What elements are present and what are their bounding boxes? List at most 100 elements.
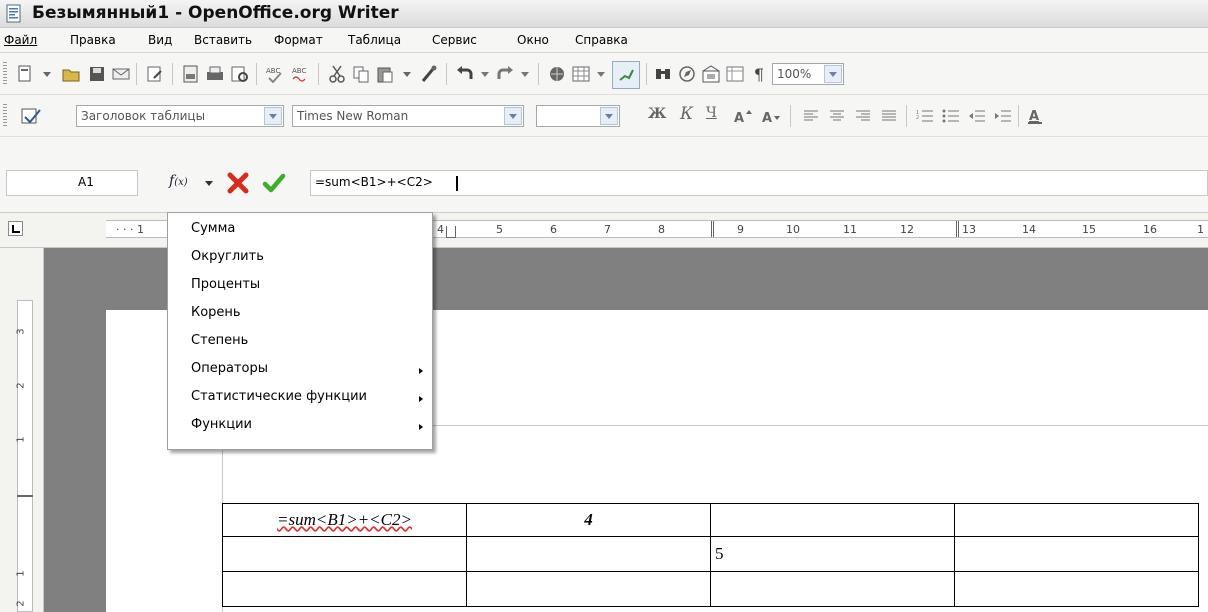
paragraph-style-select[interactable]: Заголовок таблицы [76,105,284,127]
autospellcheck-icon[interactable]: ABC [290,63,312,85]
zoom-dropdown-chevron-icon[interactable] [824,65,842,83]
gallery-icon[interactable] [700,63,722,85]
menu-view[interactable]: Вид [148,33,172,47]
table-cell-b2[interactable] [466,536,711,572]
italic-button[interactable]: К [680,104,693,124]
vertical-ruler-scale [17,300,33,612]
cancel-formula-icon[interactable] [226,171,250,198]
table-cell-b1[interactable]: 4 [466,503,711,537]
table-cell-a1[interactable]: =sum<B1>+<C2> [222,503,467,537]
font-size-select[interactable] [536,105,620,127]
menu-edit[interactable]: Правка [70,33,116,47]
zoom-select[interactable]: 100% [772,63,844,85]
edit-file-icon[interactable] [144,63,166,85]
font-name-dropdown-chevron-icon[interactable] [504,107,522,125]
formatting-marks-icon[interactable]: ¶ [748,63,770,85]
open-folder-icon[interactable] [60,63,82,85]
toolbar-grip[interactable] [3,104,7,126]
menu-item-percent[interactable]: Проценты [191,277,260,292]
vruler-margin-marker[interactable] [17,495,33,497]
toolbar-grip[interactable] [3,62,7,84]
styles-formatting-icon[interactable] [20,105,42,127]
paste-icon[interactable] [374,63,396,85]
column-marker[interactable] [711,221,714,237]
show-draw-functions-icon[interactable] [612,61,640,89]
align-left-icon[interactable] [800,105,822,127]
font-color-icon[interactable]: A [1024,105,1046,127]
font-name-select[interactable]: Times New Roman [292,105,524,127]
navigator-icon[interactable] [676,63,698,85]
bullets-icon[interactable] [940,105,962,127]
ruler-marker-1: · · · 1 [116,223,144,236]
formula-input[interactable] [310,170,1208,196]
menu-format[interactable]: Формат [274,33,323,47]
indent-marker[interactable] [446,226,456,238]
export-pdf-icon[interactable] [180,63,202,85]
ruler-marker-7: 7 [604,223,611,236]
menu-item-sum[interactable]: Сумма [191,221,235,236]
table-cell-d3[interactable] [954,571,1199,607]
clone-formatting-icon[interactable] [418,63,440,85]
menu-item-power[interactable]: Степень [191,333,248,348]
menu-window[interactable]: Окно [517,33,549,47]
copy-icon[interactable] [350,63,372,85]
table-cell-d2[interactable] [954,536,1199,572]
table-dropdown-chevron-icon[interactable] [590,63,612,85]
cell-reference-field[interactable] [6,170,138,196]
data-sources-icon[interactable] [724,63,746,85]
cell-reference-value: A1 [78,175,94,189]
table-cell-b3[interactable] [466,571,711,607]
paragraph-style-dropdown-chevron-icon[interactable] [264,107,282,125]
menu-insert[interactable]: Вставить [194,33,252,47]
redo-icon[interactable] [494,63,516,85]
menu-item-statistical[interactable]: Статистические функции [191,389,367,404]
table-cell-c1[interactable] [710,503,955,537]
underline-button[interactable]: Ч [706,105,717,121]
grow-font-icon[interactable]: A [732,105,754,127]
hyperlink-icon[interactable] [546,63,568,85]
numbering-icon[interactable]: 12 [914,105,936,127]
tab-stop-selector[interactable] [8,221,23,236]
menu-file[interactable]: Файл [4,33,37,47]
menu-table[interactable]: Таблица [348,33,401,47]
increase-indent-icon[interactable] [992,105,1014,127]
bold-button[interactable]: Ж [648,106,666,122]
undo-icon[interactable] [454,63,476,85]
table-cell-c2[interactable]: 5 [710,536,955,572]
table-cell-d1[interactable] [954,503,1199,537]
align-center-icon[interactable] [826,105,848,127]
redo-dropdown-chevron-icon[interactable] [514,63,536,85]
menu-item-operators[interactable]: Операторы [191,361,268,376]
vruler-marker-1: 1 [15,436,27,443]
font-size-dropdown-chevron-icon[interactable] [600,107,618,125]
menu-item-round[interactable]: Округлить [191,249,264,264]
print-icon[interactable] [204,63,226,85]
column-marker[interactable] [956,221,959,237]
cut-icon[interactable] [326,63,348,85]
ruler-marker-8: 8 [658,223,665,236]
align-justify-icon[interactable] [878,105,900,127]
new-document-icon[interactable] [14,63,36,85]
shrink-font-icon[interactable]: A [760,105,782,127]
menu-item-sqrt[interactable]: Корень [191,305,241,320]
page-preview-icon[interactable] [228,63,250,85]
formula-function-icon[interactable]: f(x) [169,173,188,189]
decrease-indent-icon[interactable] [966,105,988,127]
paste-dropdown-chevron-icon[interactable] [396,63,418,85]
apply-formula-icon[interactable] [262,171,286,198]
formula-function-chevron-icon[interactable] [205,181,213,186]
save-icon[interactable] [86,63,108,85]
insert-table-icon[interactable] [570,63,592,85]
email-icon[interactable] [110,63,132,85]
menu-item-functions[interactable]: Функции [191,417,252,432]
table-cell-a2[interactable] [222,536,467,572]
spellcheck-icon[interactable]: ABC [264,63,286,85]
table-cell-a3[interactable] [222,571,467,607]
new-dropdown-chevron-icon[interactable] [36,63,58,85]
align-right-icon[interactable] [852,105,874,127]
undo-dropdown-chevron-icon[interactable] [474,63,496,85]
menu-help[interactable]: Справка [575,33,628,47]
find-replace-icon[interactable] [652,63,674,85]
table-cell-c3[interactable] [710,571,955,607]
menu-tools[interactable]: Сервис [432,33,477,47]
